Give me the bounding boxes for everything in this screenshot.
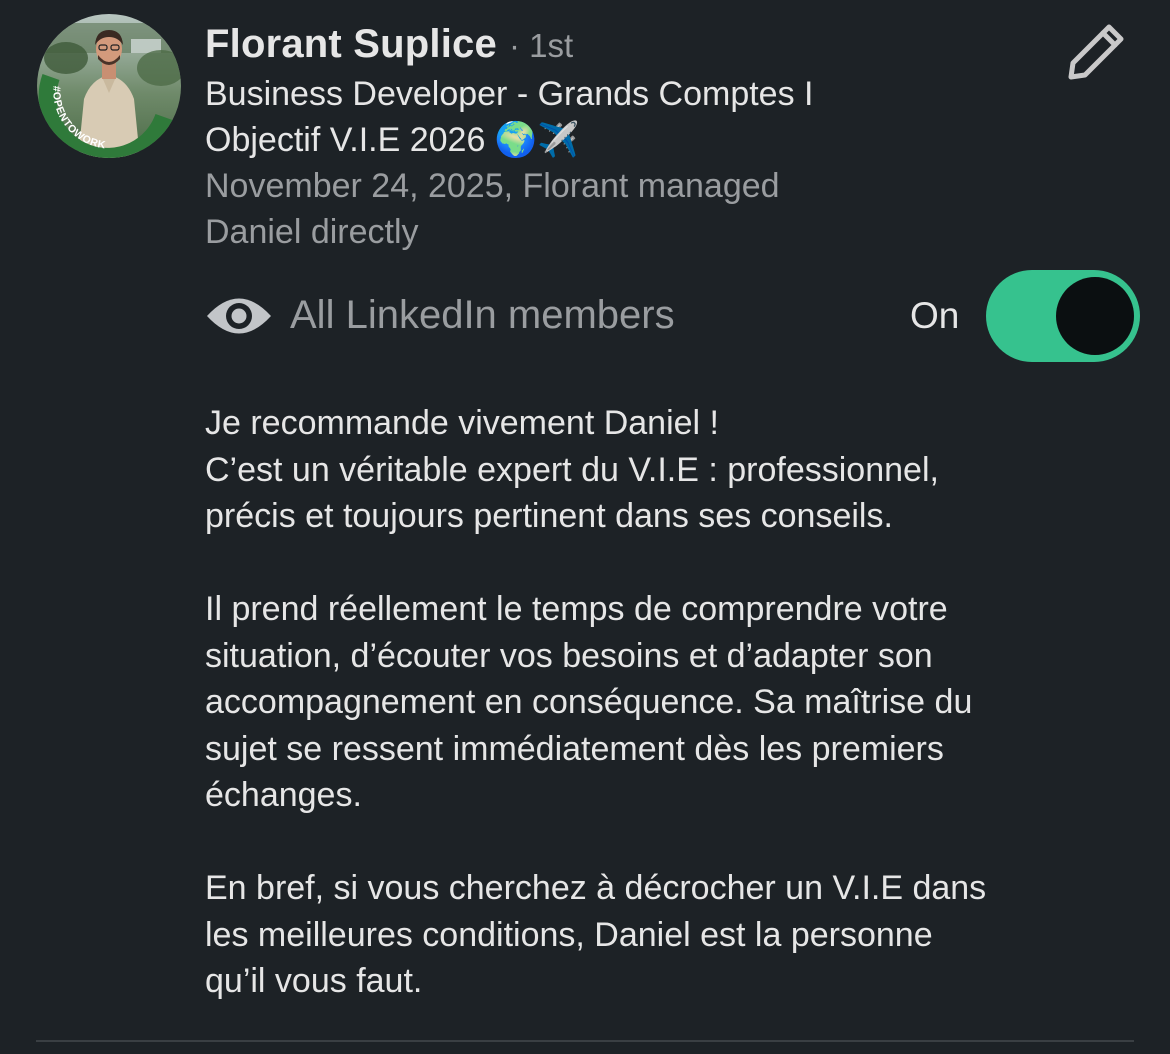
avatar[interactable]: #OPENTOWORK: [36, 13, 182, 159]
visibility-label: All LinkedIn members: [290, 293, 675, 337]
recommender-name[interactable]: Florant Suplice: [205, 22, 497, 67]
recommendation-paragraph: Je recommande vivement Daniel ! C’est un…: [205, 404, 939, 535]
recommender-info: Florant Suplice · 1st Business Developer…: [205, 22, 965, 255]
toggle-knob: [1056, 277, 1134, 355]
recommendation-paragraph: En bref, si vous cherchez à décrocher un…: [205, 869, 987, 1000]
pencil-icon: [1068, 24, 1124, 80]
recommendation-card: #OPENTOWORK Florant Suplice · 1st Busine…: [0, 0, 1170, 1054]
visibility-toggle[interactable]: [986, 270, 1140, 362]
recommender-headline: Business Developer - Grands Comptes I Ob…: [205, 75, 814, 159]
toggle-state-label: On: [910, 295, 960, 336]
eye-icon: [207, 298, 271, 334]
relationship-text: November 24, 2025, Florant managed Danie…: [205, 167, 780, 251]
recommendation-text: Je recommande vivement Daniel ! C’est un…: [205, 400, 1145, 1005]
connection-degree: · 1st: [508, 27, 574, 64]
divider: [36, 1040, 1134, 1042]
recommendation-paragraph: Il prend réellement le temps de comprend…: [205, 590, 973, 814]
relationship-date: November 24, 2025, Florant managed Danie…: [205, 163, 965, 255]
edit-button[interactable]: [1062, 18, 1132, 84]
avatar-image: #OPENTOWORK: [37, 14, 181, 158]
visibility-setting: All LinkedIn members On: [205, 270, 1145, 362]
